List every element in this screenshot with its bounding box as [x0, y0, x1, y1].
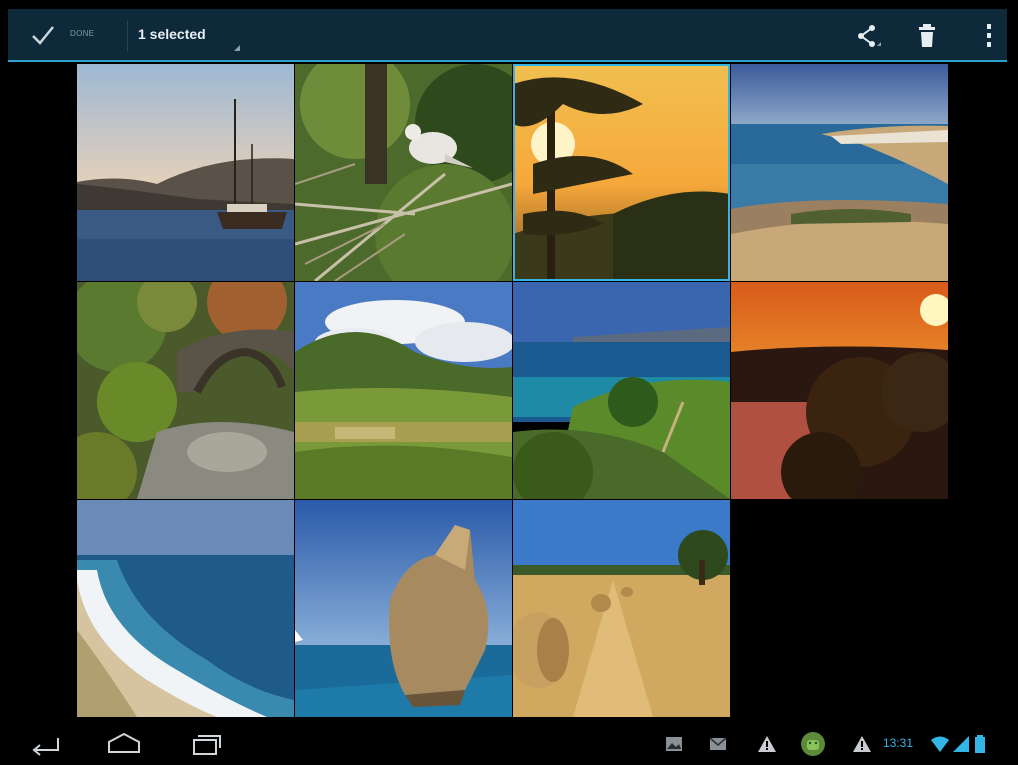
- back-icon: [32, 738, 59, 756]
- orange-sunset-trees-photo: [731, 282, 948, 499]
- checkmark-icon: [32, 26, 54, 45]
- sea-coast-greenery-photo: [513, 282, 730, 499]
- share-icon: [858, 25, 881, 47]
- photo-tile-pine-sunset[interactable]: [513, 64, 730, 281]
- sea-rock-photo: [295, 500, 512, 717]
- photo-tile-green-valley[interactable]: [295, 282, 512, 499]
- stone-arch-bridge-photo: [77, 282, 294, 499]
- share-button[interactable]: [854, 22, 882, 50]
- warning-icon[interactable]: [757, 734, 777, 754]
- dove-on-branch-photo: [295, 64, 512, 281]
- done-button[interactable]: DONE: [30, 22, 120, 50]
- android-icon[interactable]: [800, 731, 826, 757]
- photo-tile-sailboat-harbor[interactable]: [77, 64, 294, 281]
- selection-dropdown[interactable]: 1 selected: [138, 21, 248, 53]
- photo-grid: [77, 64, 950, 720]
- sailboat-harbor-photo: [77, 64, 294, 281]
- action-bar: DONE 1 selected: [8, 9, 1007, 62]
- trash-icon: [919, 24, 935, 47]
- status-clock: 13:31: [883, 736, 914, 750]
- home-button[interactable]: [104, 730, 144, 758]
- photo-tile-stone-bridge[interactable]: [77, 282, 294, 499]
- overflow-menu-button[interactable]: [975, 22, 1003, 50]
- done-label: DONE: [70, 29, 95, 38]
- signal-icon: [951, 734, 971, 754]
- photo-tile-sea-rock[interactable]: [295, 500, 512, 717]
- mail-icon[interactable]: [708, 734, 728, 754]
- warning-icon[interactable]: [852, 734, 872, 754]
- selection-count-label: 1 selected: [138, 26, 206, 42]
- photo-tile-orange-sunset[interactable]: [731, 282, 948, 499]
- overflow-menu-icon: [987, 24, 991, 47]
- photo-tile-beach-waves[interactable]: [77, 500, 294, 717]
- battery-icon: [973, 734, 987, 754]
- hay-bales-field-photo: [513, 500, 730, 717]
- photo-tile-sea-coast[interactable]: [513, 282, 730, 499]
- beach-waves-photo: [77, 500, 294, 717]
- home-icon: [108, 732, 140, 753]
- pine-tree-sunset-photo: [513, 64, 730, 281]
- back-button[interactable]: [28, 730, 68, 758]
- photo-tile-coastal-cliffs[interactable]: [731, 64, 948, 281]
- photo-tile-dove[interactable]: [295, 64, 512, 281]
- photo-tile-hay-bales[interactable]: [513, 500, 730, 717]
- system-navigation-bar: 13:31: [0, 722, 1018, 765]
- action-bar-divider: [127, 21, 128, 51]
- gallery-notification-icon[interactable]: [664, 734, 684, 754]
- coastal-cliffs-photo: [731, 64, 948, 281]
- wifi-icon: [930, 734, 950, 754]
- delete-button[interactable]: [913, 22, 941, 50]
- recent-apps-icon: [193, 735, 221, 755]
- recent-apps-button[interactable]: [184, 730, 224, 758]
- dropdown-indicator-icon: [234, 45, 240, 51]
- green-valley-clouds-photo: [295, 282, 512, 499]
